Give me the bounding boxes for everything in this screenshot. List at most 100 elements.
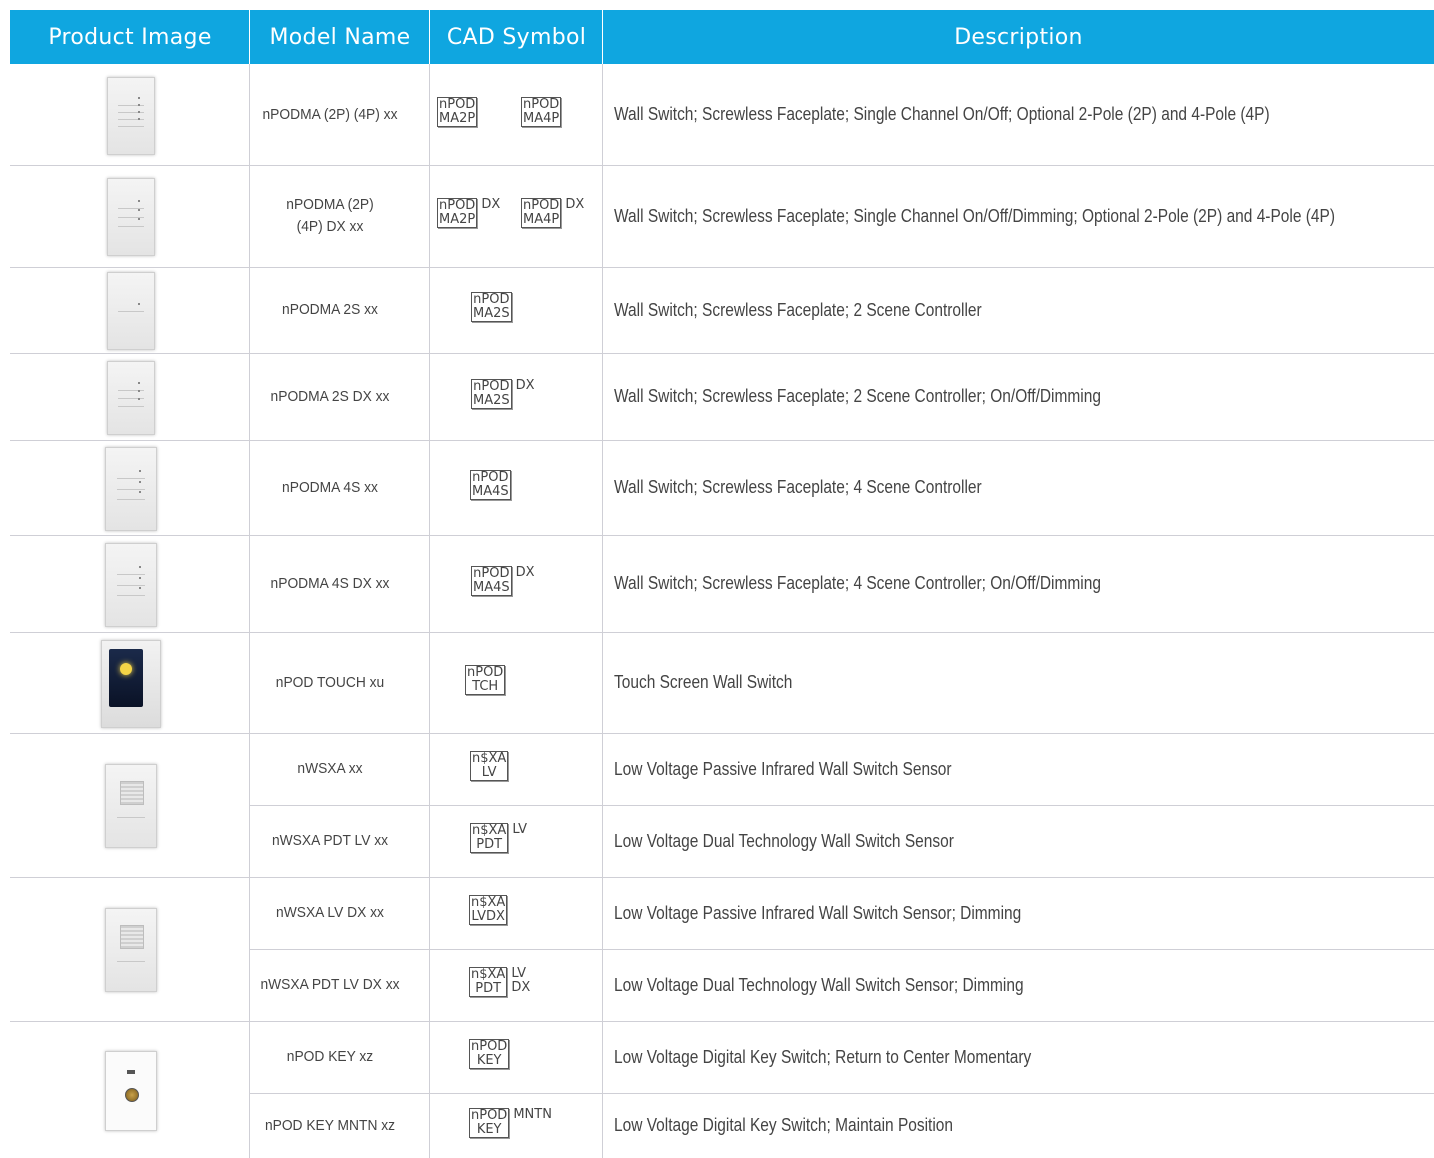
- cad-symbol-suffix: DX: [565, 197, 585, 212]
- model-name-cell: nWSXA xx: [297, 760, 363, 777]
- header-description: Description: [603, 10, 1434, 64]
- cad-symbol: nPOD MA2S: [471, 292, 512, 322]
- description-cell: Wall Switch; Screwless Faceplate; 4 Scen…: [614, 573, 1101, 593]
- cad-symbol: nPOD MA4P DX: [521, 198, 584, 228]
- button-divider: [118, 311, 144, 312]
- cad-symbol-line1: n$XA: [472, 823, 507, 838]
- wall-switch-sensor-dimming-image: [105, 908, 157, 992]
- description-cell: Wall Switch; Screwless Faceplate; Single…: [614, 205, 1336, 226]
- cad-symbol-line2: MA2P: [439, 110, 476, 126]
- button-divider: [117, 574, 145, 575]
- cad-symbol: n$XA PDT LV: [470, 823, 527, 853]
- button-divider: [118, 226, 144, 227]
- cad-symbol-box: nPOD MA2P: [437, 198, 478, 228]
- cad-symbol-line2: PDT: [475, 981, 502, 996]
- header-cad-symbol: CAD Symbol: [430, 10, 603, 64]
- cad-symbol-line1: nPOD: [472, 469, 509, 485]
- cad-symbol-line2: MA4S: [472, 483, 509, 499]
- cad-symbol: nPOD TCH: [465, 664, 506, 695]
- cad-symbol-suffix: MNTN: [513, 1106, 552, 1122]
- cad-symbol-line1: n$XA: [471, 895, 506, 910]
- wall-switch-2s-image: [107, 272, 155, 350]
- cad-symbol: n$XA LVDX: [469, 895, 508, 925]
- led-dot: [138, 303, 141, 305]
- button-divider: [118, 126, 144, 128]
- cad-symbol-box: nPOD KEY: [469, 1039, 510, 1069]
- cad-symbol-line2: MA4S: [473, 579, 510, 595]
- button-divider: [117, 488, 145, 490]
- cad-symbol-line2: LVDX: [471, 909, 505, 924]
- cad-symbol-line1: n$XA: [471, 967, 506, 982]
- led-dot: [138, 389, 141, 392]
- cad-symbol-box: nPOD MA2S: [471, 378, 512, 409]
- button-divider: [117, 961, 145, 962]
- cad-symbol-box: n$XA PDT: [469, 967, 508, 997]
- cad-symbol-suffix: DX: [515, 564, 535, 580]
- description-cell: Wall Switch; Screwless Faceplate; Single…: [614, 104, 1270, 124]
- led-indicator: [127, 1069, 135, 1074]
- cad-symbol-suffix: DX: [481, 197, 501, 212]
- cad-symbol-suffix: DX: [515, 377, 535, 393]
- wall-switch-4s-image: [105, 446, 157, 531]
- cad-symbol: nPOD MA4P: [521, 96, 562, 127]
- model-name-cell: nPODMA (2P) (4P) DX xx: [286, 196, 374, 235]
- cad-symbol: nPOD KEY: [469, 1039, 510, 1069]
- cad-symbol-line1: n$XA: [472, 751, 507, 766]
- led-dot: [138, 118, 141, 121]
- header-divider: [249, 10, 250, 64]
- cad-symbol: nPOD MA2P DX: [437, 198, 500, 228]
- cad-symbol-line2: MA2S: [473, 392, 510, 408]
- sensor-lens: [120, 925, 144, 949]
- column-divider: [429, 64, 430, 1158]
- wall-switch-2p-4p-dx-image: [107, 178, 155, 256]
- cad-symbol-line1: nPOD: [471, 1107, 508, 1123]
- wall-switch-4s-dx-image: [105, 542, 157, 627]
- description-cell: Wall Switch; Screwless Faceplate; 4 Scen…: [614, 477, 982, 497]
- cad-symbol-box: nPOD MA2P: [437, 96, 478, 127]
- led-dot: [139, 566, 141, 568]
- cad-symbol-box: n$XA LVDX: [469, 895, 508, 925]
- column-divider: [602, 64, 603, 1158]
- cad-symbol: n$XA LV: [470, 751, 509, 781]
- header-model-name: Model Name: [250, 10, 430, 64]
- description-cell: Low Voltage Passive Infrared Wall Switch…: [614, 902, 1022, 923]
- led-dot: [138, 218, 141, 220]
- description-cell: Low Voltage Dual Technology Wall Switch …: [614, 830, 954, 851]
- cad-symbol-box: nPOD MA4P: [521, 96, 562, 127]
- led-dot: [138, 381, 141, 384]
- led-dot: [139, 470, 141, 472]
- wall-switch-2s-dx-image: [107, 360, 155, 435]
- led-dot: [139, 480, 141, 483]
- description-cell: Touch Screen Wall Switch: [614, 672, 793, 692]
- led-dot: [138, 96, 141, 99]
- cad-symbol-line2: TCH: [472, 678, 499, 694]
- cad-symbol-box: n$XA LV: [470, 751, 509, 781]
- cad-symbol: nPOD MA2P: [437, 96, 478, 127]
- cad-symbol: nPOD MA2S DX: [471, 377, 535, 409]
- cad-symbol: n$XA PDT LV DX: [469, 967, 530, 997]
- cad-symbol-line1: nPOD: [473, 378, 510, 394]
- cad-symbol-suffix: LV: [512, 822, 528, 837]
- model-name-cell: nPOD TOUCH xu: [275, 673, 385, 691]
- cad-symbol-line1: nPOD: [471, 1039, 508, 1054]
- header-product-image: Product Image: [10, 10, 250, 64]
- led-dot: [138, 209, 141, 211]
- cad-symbol-box: nPOD MA2S: [471, 292, 512, 322]
- model-name-cell: nWSXA PDT LV DX xx: [260, 976, 400, 993]
- cad-symbol-line2: MA4P: [523, 110, 560, 126]
- button-divider: [117, 584, 145, 586]
- cad-symbol-line2: PDT: [476, 837, 503, 852]
- cad-symbol-line2: LV: [481, 765, 497, 780]
- lightbulb-icon: [120, 662, 132, 675]
- cad-symbol-line1: nPOD: [523, 96, 560, 112]
- header-divider: [602, 10, 603, 64]
- cad-symbol-line2: MA4P: [523, 212, 560, 227]
- key-lock-icon: [125, 1087, 139, 1102]
- cad-symbol-line1: nPOD: [439, 198, 476, 213]
- digital-key-switch-image: [105, 1050, 157, 1131]
- description-cell: Wall Switch; Screwless Faceplate; 2 Scen…: [614, 299, 982, 320]
- cad-symbol-line1: nPOD: [473, 292, 510, 307]
- led-dot: [139, 587, 141, 589]
- button-divider: [117, 478, 145, 479]
- cad-symbol-line2: KEY: [476, 1121, 502, 1137]
